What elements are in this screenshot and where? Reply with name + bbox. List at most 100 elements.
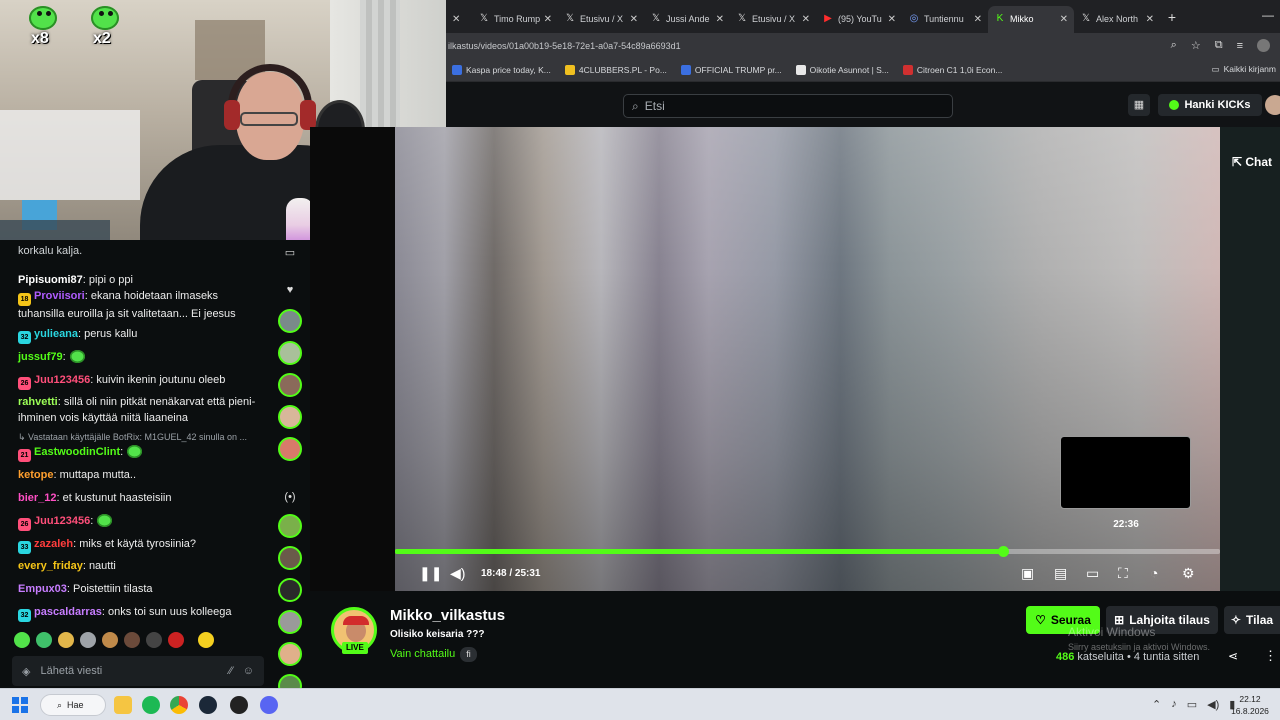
sidebar-channel-avatar[interactable] [278,373,302,397]
emote-box-icon[interactable] [146,632,162,648]
sidebar-channel-avatar[interactable] [278,341,302,365]
tab-close-icon[interactable]: ✕ [452,14,460,25]
sidebar-channel-avatar[interactable] [278,610,302,634]
sidebar-channel-avatar[interactable] [278,405,302,429]
volume-icon[interactable]: ◀) [1207,698,1219,711]
browser-tab[interactable]: ✕ [446,6,472,33]
browser-tab[interactable]: 𝕏 Alex North ✕ [1074,6,1160,33]
sidebar-channel-avatar[interactable] [278,578,302,602]
tab-close-icon[interactable]: ✕ [1060,14,1068,25]
chat-username[interactable]: ketope [18,469,53,481]
bookmark-star-icon[interactable]: ☆ [1191,39,1201,52]
more-options-icon[interactable]: ⋮ [1264,648,1277,664]
bookmark-item[interactable]: Oikotie Asunnot | S... [795,64,889,75]
bookmark-item[interactable]: 4CLUBBERS.PL - Po... [564,64,667,75]
chat-username[interactable]: EastwoodinClint [34,446,120,458]
new-tab-icon[interactable]: + [1160,9,1184,25]
windows-start-icon[interactable] [12,697,28,713]
chat-username[interactable]: Juu123456 [34,515,90,527]
pause-icon[interactable]: ❚❚ [419,565,442,582]
emote-red-icon[interactable] [168,632,184,648]
chat-shield-icon[interactable]: ◈ [22,665,30,678]
chat-emote-picker-icon[interactable]: ☺ [243,665,254,677]
emote-smile-icon[interactable] [198,632,214,648]
seek-bar[interactable] [395,546,1220,557]
display-icon[interactable]: ▭ [1187,698,1197,711]
tab-close-icon[interactable]: ✕ [802,14,810,25]
chat-expand-button[interactable]: ⇱ Chat [1232,155,1272,169]
emote-dog-icon[interactable] [58,632,74,648]
chat-username[interactable]: yulieana [34,328,78,340]
chat-username[interactable]: Pipisuomi87 [18,274,83,286]
taskbar-clock[interactable]: 22.12 16.8.2026 [1230,693,1270,717]
emote-man-icon[interactable] [124,632,140,648]
browser-tab[interactable]: 𝕏 Etusivu / X ✕ [558,6,644,33]
game-app-icon[interactable] [230,696,248,714]
tab-close-icon[interactable]: ✕ [544,14,552,25]
user-avatar[interactable] [1265,95,1280,115]
playback-speed-icon[interactable]: ◔ [1150,565,1158,581]
browser-tab[interactable]: 𝕏 Timo Rump ✕ [472,6,558,33]
minimize-window-icon[interactable]: — [1262,8,1274,22]
chat-username[interactable]: Juu123456 [34,374,90,386]
chat-input[interactable]: ◈ Lähetä viesti ⁄⁄ ☺ [12,656,264,686]
tab-close-icon[interactable]: ✕ [1146,14,1154,25]
settings-gear-icon[interactable]: ⚙ [1182,565,1195,582]
miniplayer-icon[interactable]: ▣ [1021,565,1034,582]
emote-face-icon[interactable] [102,632,118,648]
clip-icon[interactable]: ▤ [1054,565,1067,582]
following-heart-icon[interactable]: ♥ [270,284,310,296]
tray-overflow-icon[interactable]: ⌃ [1152,698,1161,711]
tab-close-icon[interactable]: ✕ [974,14,982,25]
browser-tab[interactable]: 𝕏 Etusivu / X ✕ [730,6,816,33]
steam-icon[interactable] [199,696,217,714]
language-tag[interactable]: fi [460,647,477,662]
share-icon[interactable]: ⋖ [1228,649,1238,663]
seek-handle[interactable] [998,546,1010,557]
media-controls-icon[interactable]: ≡ [1237,40,1243,52]
emote-cat-icon[interactable] [80,632,96,648]
discord-icon[interactable] [260,696,278,714]
sidebar-channel-avatar[interactable] [278,437,302,461]
chrome-icon[interactable] [170,696,188,714]
chat-username[interactable]: jussuf79 [18,351,63,363]
extensions-icon[interactable]: ⧉ [1215,39,1223,52]
chat-username[interactable]: every_friday [18,560,83,572]
video-player[interactable]: 22:36 ❚❚ ◀) 18:48 / 25:31 ▣ ▤ ▭ ⛶ ◔ ⚙ [310,127,1220,591]
sidebar-channel-avatar[interactable] [278,514,302,538]
address-bar[interactable]: ilkastus/videos/01a00b19-5e18-72e1-a0a7-… [446,33,1280,58]
browser-tab[interactable]: K Mikko ✕ [988,5,1074,33]
emote-frog-icon[interactable] [14,632,30,648]
dashboard-icon[interactable]: ▦ [1128,94,1150,116]
chat-username[interactable]: Proviisori [34,290,85,302]
bookmark-item[interactable]: Citroen C1 1,0i Econ... [902,64,1002,75]
browser-tab[interactable]: 𝕏 Jussi Ande ✕ [644,6,730,33]
bookmark-item[interactable]: OFFICIAL TRUMP pr... [680,64,782,75]
chat-username[interactable]: Empux03 [18,583,67,595]
get-kicks-button[interactable]: Hanki KICKs [1158,94,1262,116]
volume-icon[interactable]: ◀) [450,565,465,582]
zoom-icon[interactable]: ⌕ [1171,39,1177,52]
stream-category[interactable]: Vain chattailu [390,648,455,660]
chat-commands-icon[interactable]: ⁄⁄ [229,665,233,677]
chat-username[interactable]: bier_12 [18,492,57,504]
sidebar-channel-avatar[interactable] [278,309,302,333]
url-text[interactable]: ilkastus/videos/01a00b19-5e18-72e1-a0a7-… [448,41,1171,51]
browser-tab[interactable]: ◎ Tuntiennu ✕ [902,6,988,33]
chat-username[interactable]: zazaleh [34,538,73,550]
browser-tab[interactable]: ▶ (95) YouTu ✕ [816,6,902,33]
bookmark-item[interactable]: Kaspa price today, K... [452,64,551,75]
taskbar-search[interactable]: ⌕ Hae [40,694,106,716]
fullscreen-icon[interactable]: ⛶ [1118,565,1128,582]
chat-username[interactable]: rahvetti [18,396,58,408]
tab-close-icon[interactable]: ✕ [630,14,638,25]
tab-close-icon[interactable]: ✕ [888,14,896,25]
search-input[interactable]: ⌕ Etsi [623,94,953,118]
all-bookmarks-folder[interactable]: ▭ Kaikki kirjanm [1212,64,1276,75]
spotify-icon[interactable] [142,696,160,714]
file-explorer-icon[interactable] [114,696,132,714]
theater-mode-icon[interactable]: ▭ [1086,565,1099,582]
sidebar-channel-avatar[interactable] [278,642,302,666]
channel-name[interactable]: Mikko_vilkastus [390,607,505,624]
tab-close-icon[interactable]: ✕ [716,14,724,25]
